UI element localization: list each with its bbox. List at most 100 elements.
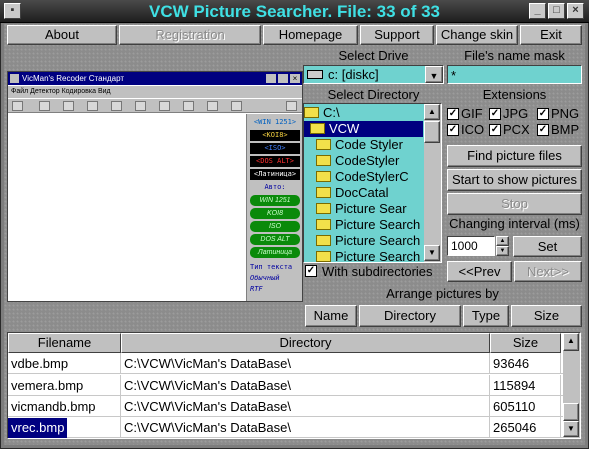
table-scroll-up-icon[interactable]: ▲ [563,333,579,351]
exit-button[interactable]: Exit [520,25,582,45]
directory-item-label: Picture Sear [335,201,407,216]
chevron-down-icon: ▼ [429,71,439,81]
next-button[interactable]: Next>> [514,261,582,282]
interval-down-icon[interactable]: ▼ [496,246,509,256]
filename-cell: vicmandb.bmp [8,396,121,417]
column-header-size[interactable]: Size [490,333,561,353]
folder-icon [316,219,331,230]
preview-radio-1: Обычный [250,274,280,282]
table-row[interactable]: vemera.bmp C:\VCW\VicMan's DataBase\ 115… [8,375,563,396]
system-menu-icon[interactable]: ▪ [4,3,21,19]
folder-icon [316,155,331,166]
directory-item[interactable]: VCW [304,121,423,137]
jpg-checkbox[interactable]: ✓ [489,108,501,120]
folder-icon [316,203,331,214]
directory-item[interactable]: CodeStyler [304,153,423,169]
table-scroll-thumb[interactable] [563,403,579,421]
find-picture-files-button[interactable]: Find picture files [447,145,582,167]
maximize-icon[interactable]: □ [548,3,565,19]
size-cell: 265046 [490,417,561,438]
size-cell: 605110 [490,396,561,417]
png-checkbox[interactable]: ✓ [537,108,549,120]
table-row[interactable]: vicmandb.bmp C:\VCW\VicMan's DataBase\ 6… [8,396,563,417]
homepage-button[interactable]: Homepage [263,25,358,45]
gif-checkbox[interactable]: ✓ [447,108,459,120]
table-scrollbar[interactable]: ▲ ▼ [563,333,580,438]
folder-icon [316,187,331,198]
scroll-up-icon[interactable]: ▲ [424,104,440,120]
directory-cell: C:\VCW\VicMan's DataBase\ [121,375,490,396]
gif-label: GIF [461,106,483,121]
minimize-icon[interactable]: _ [529,3,546,19]
preview-help-icon [231,101,242,111]
directory-item[interactable]: Picture Search [304,217,423,233]
directory-item[interactable]: DocCatal [304,185,423,201]
directory-cell: C:\VCW\VicMan's DataBase\ [121,396,490,417]
registration-label: Registration [155,27,225,42]
select-drive-label: Select Drive [338,48,409,63]
directory-item[interactable]: Code Styler [304,137,423,153]
preview-side-button: <WIN 1251> [253,118,297,126]
start-show-pictures-button[interactable]: Start to show pictures [447,169,582,191]
file-mask-label: File's name mask [464,48,565,63]
arrange-pictures-label: Arrange pictures by [386,286,499,301]
preview-extra-icon [286,101,297,111]
change-skin-button[interactable]: Change skin [436,25,518,45]
drive-value: c: [diskc] [328,67,379,82]
open-folder-icon [304,107,319,118]
table-scroll-down-icon[interactable]: ▼ [563,421,579,437]
directory-item[interactable]: Picture Sear [304,201,423,217]
preview-auto-label: Авто: [264,183,286,191]
preview-green-button: WIN 1251 [250,195,300,206]
pcx-checkbox[interactable]: ✓ [489,124,501,136]
directory-list[interactable]: C:\ VCW Code Styler CodeStyler CodeStyle… [303,103,442,263]
directory-item[interactable]: Picture Search [304,233,423,249]
next-label: Next>> [527,264,569,279]
preview-close-icon: × [290,74,300,83]
preview-side-panel: <WIN 1251> <KOI8> <ISO> <DOS ALT> <Латин… [246,114,302,301]
table-row[interactable]: vrec.bmp C:\VCW\VicMan's DataBase\ 26504… [8,417,563,438]
directory-scrollbar[interactable]: ▲ ▼ [424,104,441,262]
filename-text: vicmandb.bmp [11,399,96,414]
file-table[interactable]: Filename Directory Size vdbe.bmp C:\VCW\… [7,332,581,439]
drive-dropdown-button[interactable]: ▼ [425,66,443,83]
table-row[interactable]: vdbe.bmp C:\VCW\VicMan's DataBase\ 93646 [8,353,563,374]
directory-item[interactable]: CodeStylerC [304,169,423,185]
column-header-directory[interactable]: Directory [121,333,490,353]
preview-green-button: KOI8 [250,208,300,219]
file-mask-input[interactable]: * [447,65,582,84]
directory-item-label: Picture Search [335,249,421,263]
select-directory-label: Select Directory [327,87,420,102]
folder-icon [316,139,331,150]
about-button[interactable]: About [7,25,117,45]
stop-button[interactable]: Stop [447,193,582,215]
arrange-by-directory-button[interactable]: Directory [359,305,461,327]
directory-item[interactable]: C:\ [304,105,423,121]
set-interval-button[interactable]: Set [513,236,582,257]
size-cell: 93646 [490,353,561,374]
bmp-checkbox[interactable]: ✓ [537,124,549,136]
with-subdirectories-checkbox[interactable]: ✓ [305,265,317,277]
directory-item[interactable]: Picture Search [304,249,423,263]
filename-cell: vdbe.bmp [8,353,121,374]
arrange-by-type-button[interactable]: Type [463,305,509,327]
scroll-down-icon[interactable]: ▼ [424,245,440,261]
interval-up-icon[interactable]: ▲ [496,236,509,246]
scroll-thumb[interactable] [424,121,440,143]
ico-checkbox[interactable]: ✓ [447,124,459,136]
directory-item-label: CodeStylerC [335,169,409,184]
interval-input[interactable]: 1000 [447,236,495,256]
arrange-by-name-button[interactable]: Name [305,305,357,327]
close-icon[interactable]: × [567,3,584,19]
directory-cell: C:\VCW\VicMan's DataBase\ [121,353,490,374]
filename-text: vdbe.bmp [11,356,69,371]
jpg-label: JPG [503,106,529,121]
preview-side-button: <DOS ALT> [250,156,300,167]
arrange-by-size-button[interactable]: Size [511,305,582,327]
preview-window-title: VicMan's Recoder Стандарт [8,72,302,85]
prev-button[interactable]: <<Prev [447,261,512,282]
stop-label: Stop [501,196,528,211]
registration-button[interactable]: Registration [119,25,261,45]
column-header-filename[interactable]: Filename [8,333,121,353]
support-button[interactable]: Support [360,25,434,45]
